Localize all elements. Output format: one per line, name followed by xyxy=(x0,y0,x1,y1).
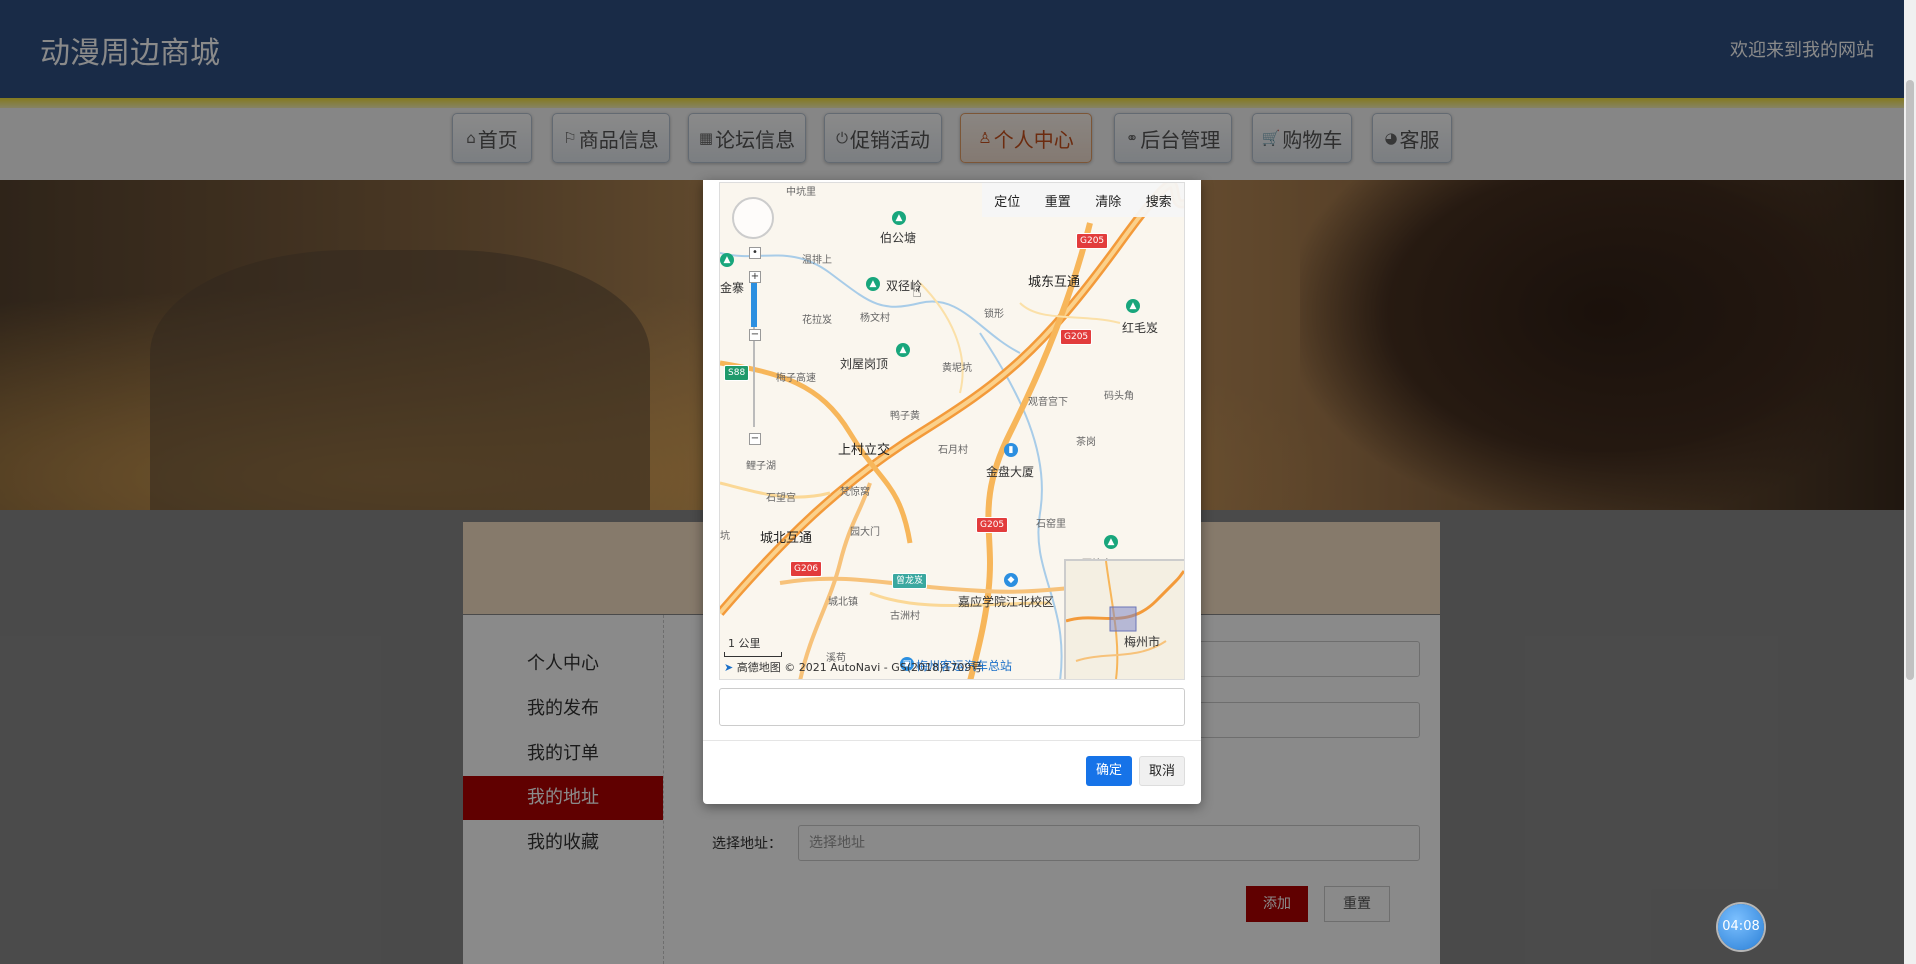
map-clear-button[interactable]: 清除 xyxy=(1095,191,1121,210)
map-label: 鲤子湖 xyxy=(746,461,776,472)
map-label: 红毛岌 xyxy=(1122,321,1159,335)
map-label: 金盘大厦 xyxy=(986,465,1035,479)
map-copyright-text: © 2021 AutoNavi - GS(2018)1709号 xyxy=(784,661,983,674)
map-label: 中坑里 xyxy=(786,187,816,198)
map-label: 花拉岌 xyxy=(802,315,832,326)
road-shield: G206 xyxy=(790,561,823,577)
amap-logo-icon: ➤ xyxy=(724,661,734,674)
map-label: 茶岗 xyxy=(1076,437,1096,448)
poi-icon: ▲ xyxy=(896,343,910,357)
map-label: 梅子高速 xyxy=(776,373,816,384)
school-icon: ◆ xyxy=(1004,573,1018,587)
overview-city-label: 梅州市 xyxy=(1124,635,1161,649)
map-label: 温排上 xyxy=(802,255,832,266)
map-canvas[interactable]: 定位 重置 清除 搜索 • + − − ▲ ▲ ▲ ▲ ▲ ▮ ▲ ◆ ▣ G2… xyxy=(719,182,1185,680)
map-label: 金寨 xyxy=(720,281,745,295)
overview-roads xyxy=(1066,561,1184,679)
map-label: 城北镇 xyxy=(828,597,858,608)
hand-cursor-icon: ☝ xyxy=(912,282,922,301)
poi-icon: ▲ xyxy=(1126,299,1140,313)
poi-icon: ▲ xyxy=(866,277,880,291)
zoom-slider[interactable] xyxy=(749,271,759,443)
map-label: 石窑里 xyxy=(1036,519,1066,530)
road-shield: G205 xyxy=(976,517,1009,533)
map-label: 杨文村 xyxy=(860,313,890,324)
page-scrollbar[interactable] xyxy=(1904,0,1916,964)
map-logo-text: 高德地图 xyxy=(736,661,781,674)
road-shield: G205 xyxy=(1060,329,1093,345)
map-label: 嘉应学院江北校区 xyxy=(958,595,1055,609)
confirm-button[interactable]: 确定 xyxy=(1086,756,1132,786)
map-reset-button[interactable]: 重置 xyxy=(1045,191,1071,210)
map-label: 观音宫下 xyxy=(1028,397,1068,408)
map-label: 古洲村 xyxy=(890,611,920,622)
map-label: 园大门 xyxy=(850,527,880,538)
modal-footer-divider xyxy=(703,740,1201,741)
map-label: 锁形 xyxy=(984,309,1004,320)
map-label: 码头角 xyxy=(1104,391,1134,402)
map-label: 梵惊窝 xyxy=(840,487,870,498)
address-input[interactable] xyxy=(719,688,1185,726)
poi-icon: ▲ xyxy=(892,211,906,225)
poi-icon: ▲ xyxy=(720,253,734,267)
map-picker-dialog: 定位 重置 清除 搜索 • + − − ▲ ▲ ▲ ▲ ▲ ▮ ▲ ◆ ▣ G2… xyxy=(703,180,1201,804)
map-label: 上村立交 xyxy=(838,443,891,458)
map-toolbar: 定位 重置 清除 搜索 xyxy=(982,183,1184,217)
building-icon: ▮ xyxy=(1004,443,1018,457)
scrollbar-thumb[interactable] xyxy=(1906,80,1914,680)
road-shield: G205 xyxy=(1076,233,1109,249)
map-label: 石望宫 xyxy=(766,493,796,504)
zoom-out-icon[interactable]: − xyxy=(749,433,761,445)
map-label: 石月村 xyxy=(938,445,968,456)
map-label: 城东互通 xyxy=(1028,275,1081,290)
zoom-handle[interactable]: − xyxy=(749,329,761,341)
map-locate-dot-icon[interactable]: • xyxy=(749,247,761,259)
map-overview[interactable]: 梅州市 xyxy=(1064,559,1184,679)
poi-icon: ▲ xyxy=(1104,535,1118,549)
map-label: 坑 xyxy=(720,531,730,542)
cancel-button[interactable]: 取消 xyxy=(1139,756,1185,786)
map-scale-bar xyxy=(724,652,782,657)
map-label: 城北互通 xyxy=(760,531,813,546)
map-search-button[interactable]: 搜索 xyxy=(1146,191,1172,210)
timer-badge[interactable]: 04:08 xyxy=(1718,904,1764,950)
road-shield: 曾龙岌 xyxy=(892,573,928,589)
map-locate-button[interactable]: 定位 xyxy=(994,191,1020,210)
map-label: 鸭子黄 xyxy=(890,411,920,422)
map-pan-control[interactable] xyxy=(732,197,774,239)
map-label: 刘屋岗顶 xyxy=(840,357,889,371)
road-shield: S88 xyxy=(724,365,750,381)
map-scale-label: 1 公里 xyxy=(728,637,761,650)
map-label: 黄坭坑 xyxy=(942,363,972,374)
map-label: 伯公塘 xyxy=(880,231,917,245)
map-copyright: ➤ 高德地图 © 2021 AutoNavi - GS(2018)1709号 xyxy=(724,659,982,675)
